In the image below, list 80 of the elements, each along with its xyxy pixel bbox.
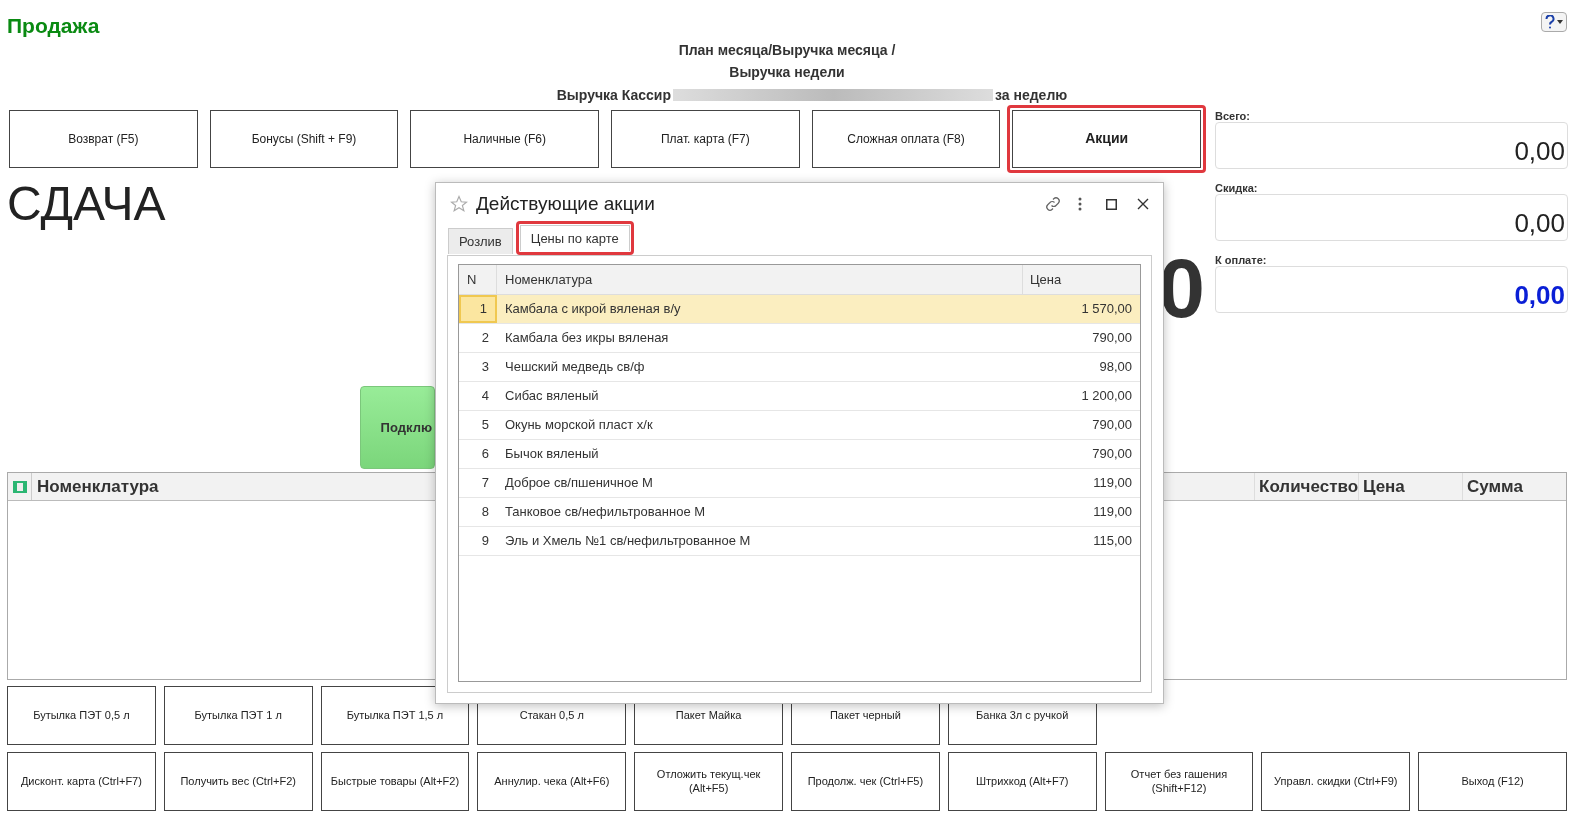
table-cell-text: 790,00 (1091, 329, 1133, 348)
action-button[interactable]: Управл. скидки (Ctrl+F9) (1261, 752, 1411, 811)
action-button[interactable]: Быстрые товары (Alt+F2) (320, 752, 470, 811)
connect-button[interactable]: Подклю (360, 386, 435, 469)
header-line: Выручка недели (729, 63, 845, 82)
column-header: Цена (1029, 270, 1063, 289)
column-header: Номенклатура (36, 475, 159, 498)
star-icon[interactable] (450, 195, 468, 213)
table-icon (12, 480, 27, 493)
total-label: Всего: (1215, 109, 1251, 122)
action-button[interactable]: Бонусы (Shift + F9) (209, 110, 399, 168)
table-cell-text: 98,00 (1098, 358, 1133, 377)
row-number: 6 (480, 445, 490, 464)
total-field: 0,00 (1215, 122, 1568, 169)
change-label: СДАЧА (7, 180, 167, 228)
tab[interactable]: Цены по карте (519, 225, 630, 251)
table-cell-text: Танковое св/нефильтрованное М (504, 503, 707, 522)
action-button[interactable]: Сложная оплата (F8) (811, 110, 1001, 168)
action-button[interactable]: Выход (F12) (1418, 752, 1567, 811)
caret-icon (1557, 20, 1563, 24)
action-button[interactable]: Отчет без гашения (Shift+F12) (1104, 752, 1254, 811)
action-button[interactable]: Бутылка ПЭТ 1 л (163, 686, 313, 745)
link-icon[interactable] (1044, 195, 1062, 213)
action-button[interactable]: Бутылка ПЭТ 0,5 л (7, 686, 156, 745)
table-cell-text: Чешский медведь св/ф (504, 358, 646, 377)
action-button[interactable]: Отложить текущ.чек (Alt+F5) (634, 752, 783, 811)
table-row[interactable]: 1 Камбала с икрой вяленая в/у 1 570,00 (459, 295, 1140, 324)
action-button[interactable]: Бутылка ПЭТ 1,5 л (320, 686, 470, 745)
header-line: План месяца/Выручка месяца / (678, 41, 896, 60)
action-button[interactable]: Дисконт. карта (Ctrl+F7) (7, 752, 156, 811)
cashier-label: за неделю (995, 85, 1068, 105)
action-button[interactable]: Акции (1012, 110, 1201, 168)
row-number: 7 (480, 474, 490, 493)
table-cell-text: Доброе св/пшеничное М (504, 474, 654, 493)
row-number: 4 (480, 387, 490, 406)
action-button[interactable]: Наличные (F6) (410, 110, 599, 168)
action-button[interactable]: Возврат (F5) (9, 110, 198, 168)
change-amount: 0 (1158, 246, 1205, 337)
row-number: 8 (480, 503, 490, 522)
table-cell-text: Сибас вяленый (504, 387, 600, 406)
table-cell-text: Бычок вяленый (504, 445, 600, 464)
column-header: Цена (1363, 475, 1405, 498)
table-cell-text: 119,00 (1092, 474, 1133, 493)
total-label: К оплате: (1215, 253, 1268, 266)
table-cell-text: 1 570,00 (1080, 300, 1133, 319)
maximize-icon[interactable] (1106, 198, 1117, 210)
table-cell-text: Эль и Хмель №1 св/нефильтрованное М (504, 532, 752, 551)
row-number: 3 (480, 358, 490, 377)
table-cell-text: 790,00 (1091, 416, 1133, 435)
row-number: 9 (480, 532, 490, 551)
total-field: 0,00 (1215, 266, 1568, 313)
action-button[interactable]: Плат. карта (F7) (611, 110, 800, 168)
dialog-title: Действующие акции (476, 191, 655, 216)
close-icon[interactable] (1137, 198, 1149, 210)
column-header: Номенклатура (497, 265, 1023, 294)
row-number: 5 (480, 416, 490, 435)
action-button[interactable]: Аннулир. чека (Alt+F6) (477, 752, 627, 811)
table-cell-text: Окунь морской пласт х/к (504, 416, 654, 435)
row-number: 1 (459, 295, 497, 323)
table-cell-text: 790,00 (1091, 445, 1133, 464)
total-label: Скидка: (1215, 181, 1259, 194)
table-cell-text: 115,00 (1092, 532, 1133, 551)
table-cell-text: Камбала без икры вяленая (504, 329, 670, 348)
table-cell-text: 119,00 (1092, 503, 1133, 522)
column-header: Количество (1259, 475, 1359, 498)
help-button[interactable] (1541, 12, 1567, 32)
column-header: Сумма (1467, 475, 1523, 498)
cashier-label: Выручка Кассир (556, 85, 671, 105)
row-number: 2 (480, 329, 490, 348)
total-field: 0,00 (1215, 194, 1568, 241)
tab[interactable]: Розлив (448, 228, 513, 254)
action-button[interactable]: Штрихкод (Alt+F7) (947, 752, 1097, 811)
table-cell-text: 1 200,00 (1080, 387, 1133, 406)
page-title: Продажа (7, 13, 100, 39)
table-cell-text: Камбала с икрой вяленая в/у (504, 300, 682, 319)
column-header: N (459, 265, 497, 294)
action-button[interactable]: Продолж. чек (Ctrl+F5) (791, 752, 940, 811)
more-icon[interactable] (1078, 197, 1082, 211)
help-icon (1545, 15, 1555, 29)
action-button[interactable]: Получить вес (Ctrl+F2) (163, 752, 313, 811)
